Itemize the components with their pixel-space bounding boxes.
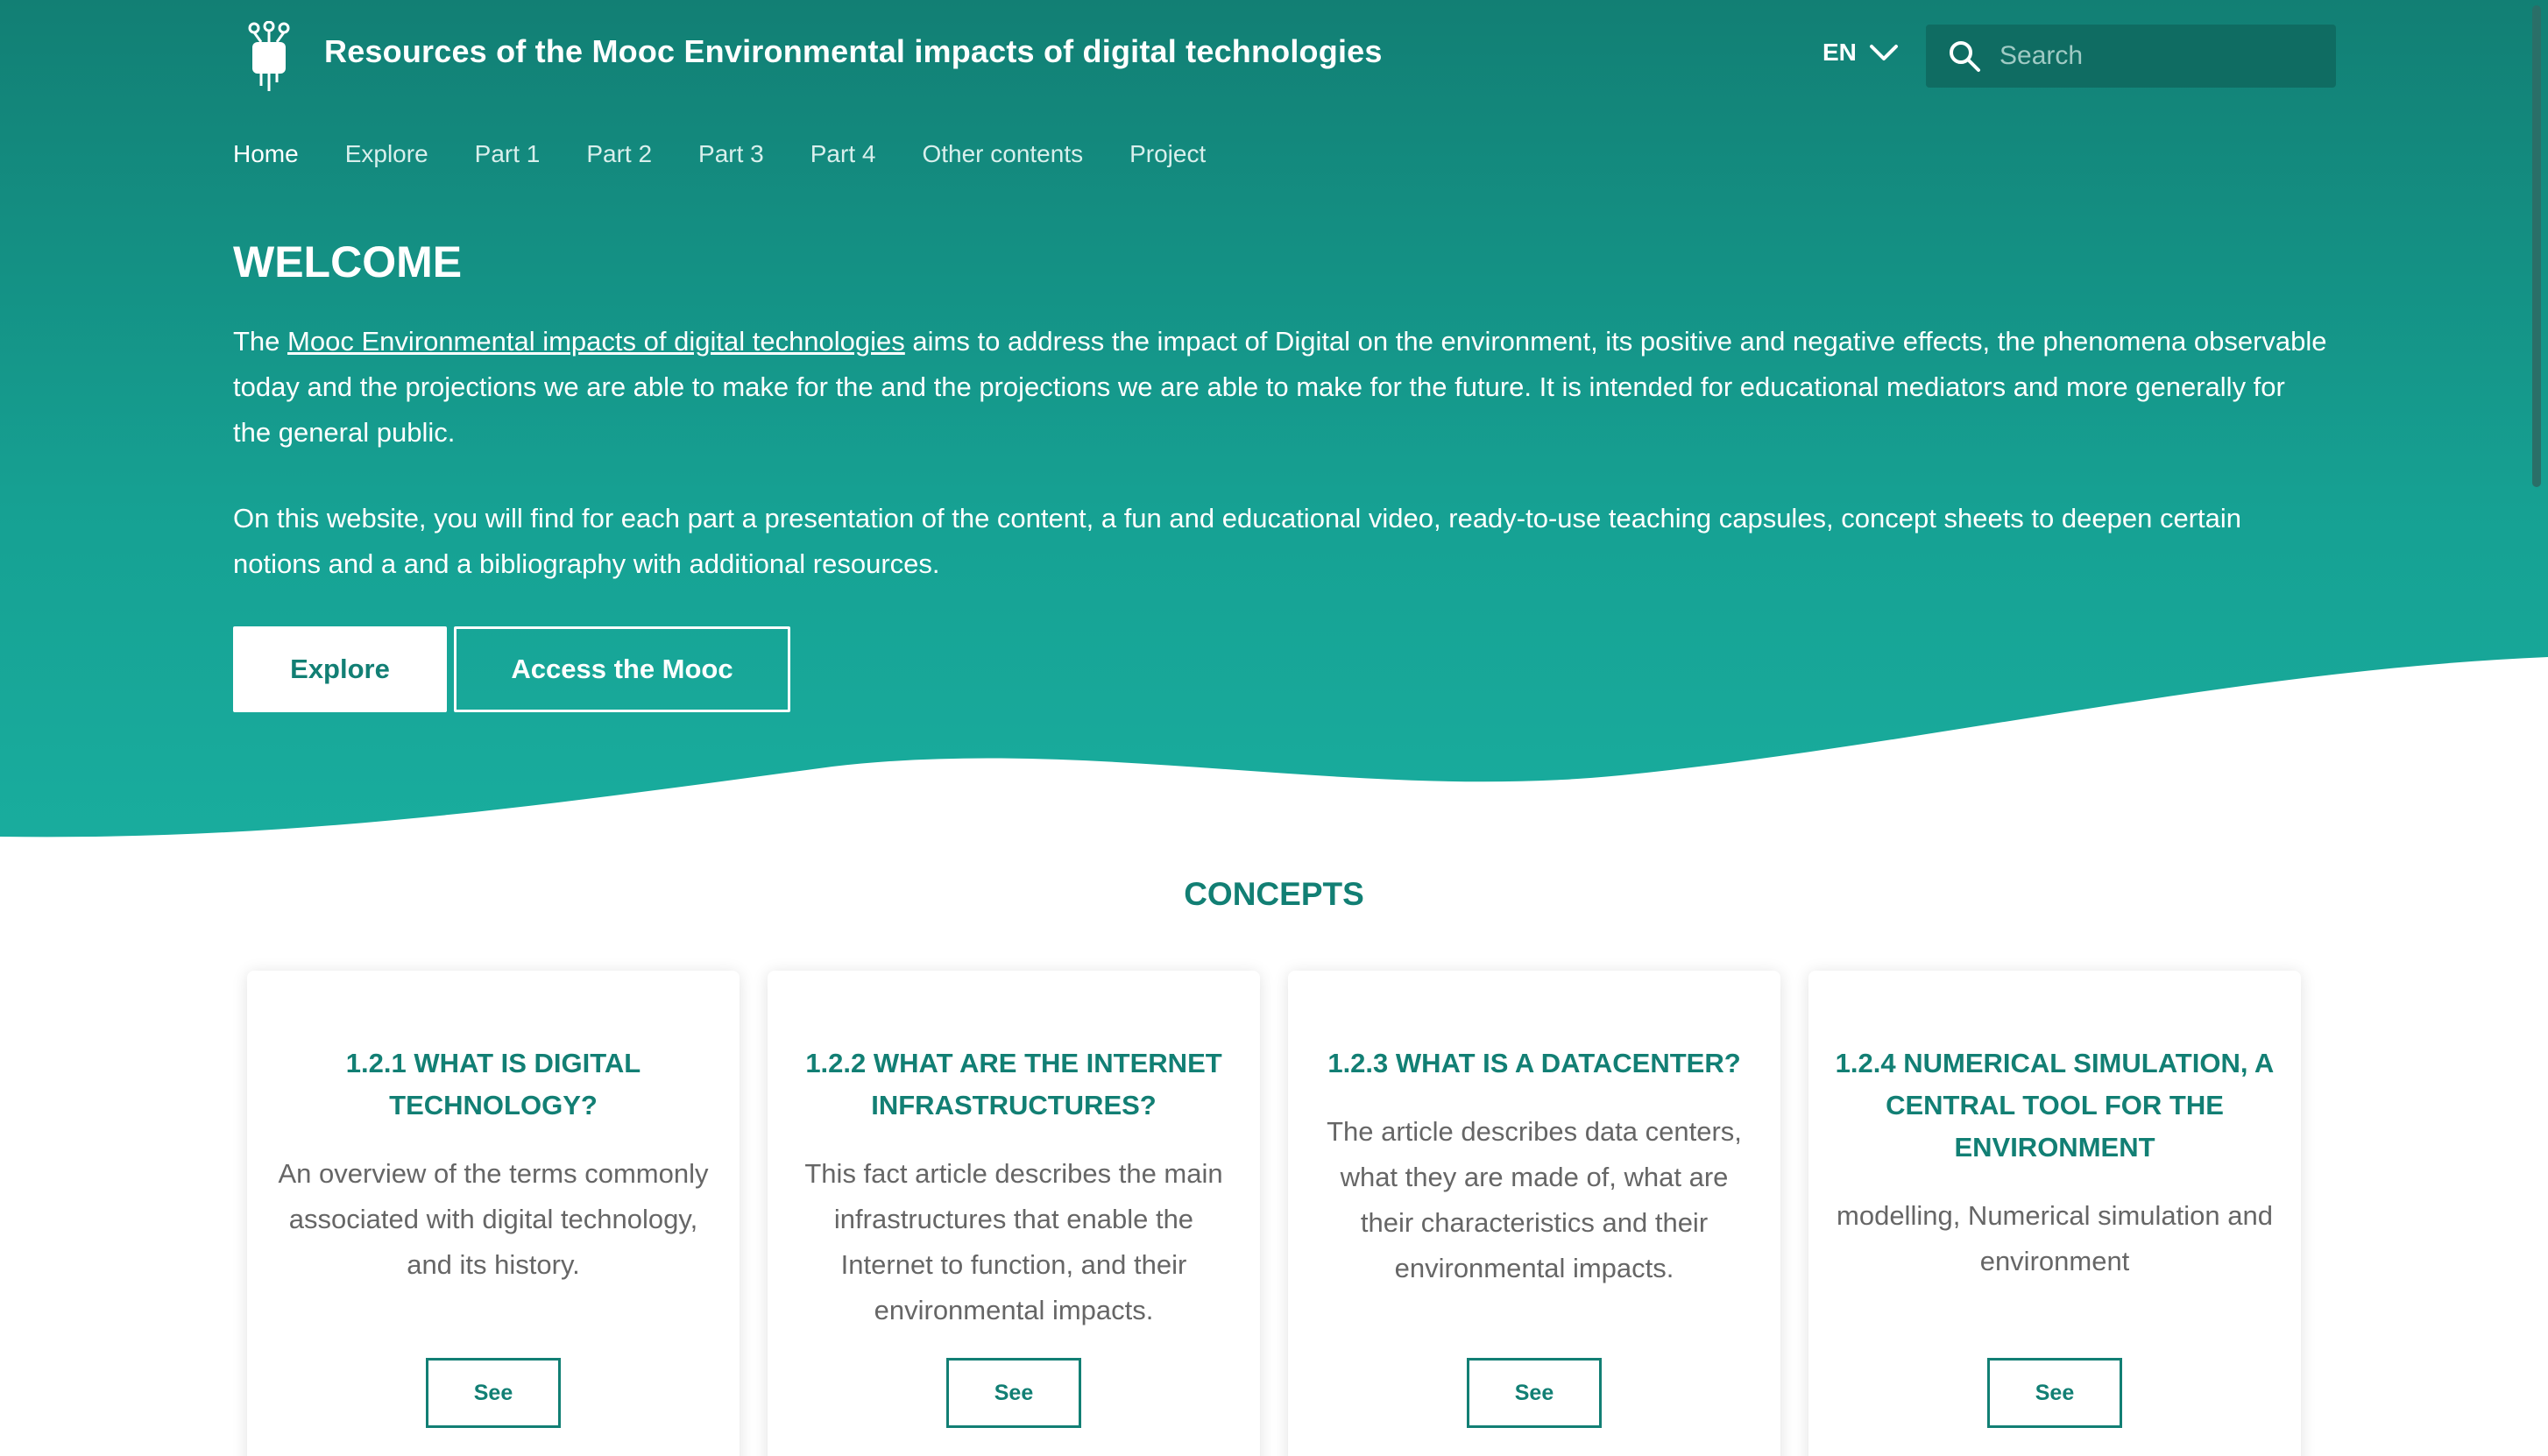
nav-part-4[interactable]: Part 4 — [810, 140, 876, 168]
welcome-title: WELCOME — [233, 237, 463, 286]
access-mooc-button[interactable]: Access the Mooc — [454, 626, 790, 712]
language-label: EN — [1823, 39, 1857, 66]
card-title[interactable]: 1.2.2 WHAT ARE THE INTERNET INFRASTRUCTU… — [794, 1043, 1234, 1127]
intro-paragraph: The Mooc Environmental impacts of digita… — [233, 319, 2327, 456]
card-description: modelling, Numerical simulation and envi… — [1837, 1200, 2273, 1276]
concept-card: 1.2.2 WHAT ARE THE INTERNET INFRASTRUCTU… — [768, 971, 1260, 1456]
see-button[interactable]: See — [1467, 1358, 1602, 1428]
card-title[interactable]: 1.2.4 NUMERICAL SIMULATION, A CENTRAL TO… — [1835, 1043, 2275, 1169]
card-description: The article describes data centers, what… — [1327, 1116, 1742, 1283]
scrollbar[interactable] — [2525, 0, 2548, 1456]
concept-card: 1.2.3 WHAT IS A DATACENTER? The article … — [1288, 971, 1780, 1456]
see-button[interactable]: See — [946, 1358, 1081, 1428]
card-description: This fact article describes the main inf… — [804, 1158, 1223, 1325]
nav-home[interactable]: Home — [233, 140, 299, 168]
nav-explore[interactable]: Explore — [345, 140, 428, 168]
nav-part-2[interactable]: Part 2 — [586, 140, 652, 168]
search-input[interactable] — [1999, 41, 2332, 71]
card-title[interactable]: 1.2.3 WHAT IS A DATACENTER? — [1314, 1043, 1754, 1085]
see-button[interactable]: See — [426, 1358, 561, 1428]
intro-paragraph-2: On this website, you will find for each … — [233, 503, 2241, 579]
see-button[interactable]: See — [1987, 1358, 2122, 1428]
main-nav: Home Explore Part 1 Part 2 Part 3 Part 4… — [233, 140, 1252, 168]
search-icon[interactable] — [1947, 39, 1982, 74]
site-title[interactable]: Resources of the Mooc Environmental impa… — [324, 33, 1383, 70]
plug-logo-icon[interactable] — [242, 21, 296, 91]
page: Resources of the Mooc Environmental impa… — [0, 0, 2548, 1456]
concepts-title: CONCEPTS — [1184, 876, 1364, 912]
nav-project[interactable]: Project — [1129, 140, 1206, 168]
nav-part-1[interactable]: Part 1 — [475, 140, 541, 168]
mooc-link[interactable]: Mooc Environmental impacts of digital te… — [287, 326, 905, 357]
concept-card: 1.2.4 NUMERICAL SIMULATION, A CENTRAL TO… — [1808, 971, 2301, 1456]
nav-part-3[interactable]: Part 3 — [698, 140, 764, 168]
chevron-down-icon — [1869, 45, 1898, 60]
search-box[interactable] — [1926, 25, 2336, 88]
card-description: An overview of the terms commonly associ… — [278, 1158, 709, 1280]
nav-other-contents[interactable]: Other contents — [922, 140, 1083, 168]
language-selector[interactable]: EN — [1823, 39, 1899, 67]
card-title[interactable]: 1.2.1 WHAT IS DIGITAL TECHNOLOGY? — [273, 1043, 713, 1127]
explore-button[interactable]: Explore — [233, 626, 447, 712]
scrollbar-thumb[interactable] — [2532, 5, 2541, 487]
intro-prefix: The — [233, 326, 288, 357]
concept-card: 1.2.1 WHAT IS DIGITAL TECHNOLOGY? An ove… — [247, 971, 740, 1456]
